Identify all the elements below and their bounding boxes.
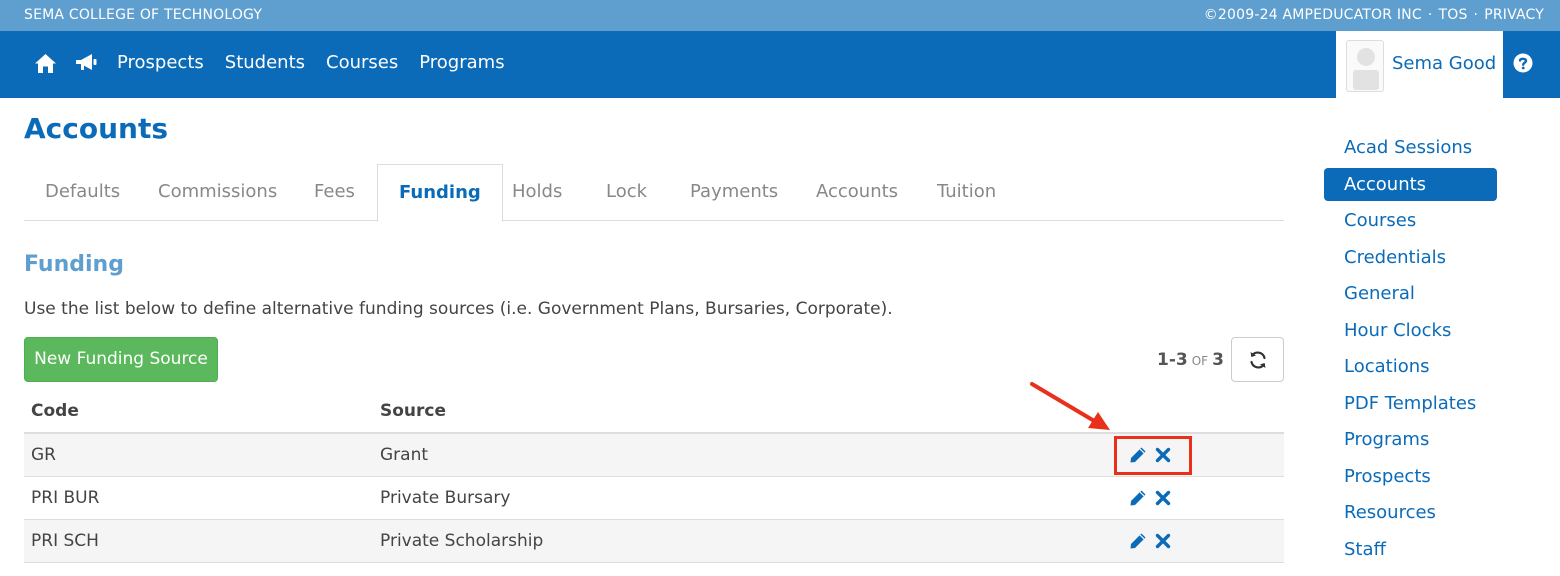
sidebar-item-pdf-templates[interactable]: PDF Templates bbox=[1324, 387, 1497, 420]
paging-total: 3 bbox=[1212, 350, 1224, 370]
edit-pencil-icon[interactable] bbox=[1129, 489, 1147, 511]
nav-links: Prospects Students Courses Programs bbox=[117, 52, 505, 73]
edit-pencil-icon[interactable] bbox=[1129, 532, 1147, 554]
section-description: Use the list below to define alternative… bbox=[24, 299, 893, 319]
sidebar-item-prospects[interactable]: Prospects bbox=[1324, 460, 1497, 493]
nav-link-courses[interactable]: Courses bbox=[326, 52, 398, 73]
settings-sidebar: Acad Sessions Accounts Courses Credentia… bbox=[1324, 131, 1497, 569]
tab-funding[interactable]: Funding bbox=[377, 164, 503, 222]
delete-x-icon[interactable] bbox=[1155, 532, 1171, 554]
row-actions bbox=[1129, 531, 1179, 553]
sidebar-item-hour-clocks[interactable]: Hour Clocks bbox=[1324, 314, 1497, 347]
tab-accounts[interactable]: Accounts bbox=[795, 164, 919, 221]
table-row: PRI BUR Private Bursary bbox=[24, 477, 1284, 520]
annotation-highlight-box bbox=[1114, 436, 1192, 475]
column-header-source[interactable]: Source bbox=[380, 401, 446, 421]
separator: · bbox=[1427, 7, 1433, 23]
paging-of: OF bbox=[1191, 354, 1209, 368]
refresh-button[interactable] bbox=[1231, 337, 1284, 382]
home-icon[interactable] bbox=[34, 53, 57, 78]
sidebar-item-acad-sessions[interactable]: Acad Sessions bbox=[1324, 131, 1497, 164]
user-menu[interactable]: Sema Good bbox=[1336, 31, 1503, 98]
avatar bbox=[1346, 40, 1384, 92]
cell-code: PRI BUR bbox=[31, 488, 100, 508]
sidebar-item-general[interactable]: General bbox=[1324, 277, 1497, 310]
table-row: PRI SCH Private Scholarship bbox=[24, 520, 1284, 563]
paging-range: 1-3 bbox=[1157, 350, 1188, 370]
tab-commissions[interactable]: Commissions bbox=[137, 164, 298, 221]
sidebar-item-locations[interactable]: Locations bbox=[1324, 350, 1497, 383]
cell-source: Private Scholarship bbox=[380, 531, 544, 551]
sidebar-item-accounts[interactable]: Accounts bbox=[1324, 167, 1497, 201]
refresh-icon bbox=[1250, 351, 1266, 369]
copyright-text: ©2009-24 AMPEDUCATOR INC bbox=[1203, 7, 1422, 23]
sidebar-item-staff[interactable]: Staff bbox=[1324, 533, 1497, 566]
nav-link-students[interactable]: Students bbox=[225, 52, 305, 73]
table-row: GR Grant bbox=[24, 434, 1284, 477]
tab-fees[interactable]: Fees bbox=[293, 164, 376, 221]
megaphone-icon[interactable] bbox=[74, 53, 98, 77]
org-name: SEMA COLLEGE OF TECHNOLOGY bbox=[24, 7, 263, 23]
sidebar-item-credentials[interactable]: Credentials bbox=[1324, 241, 1497, 274]
tos-link[interactable]: TOS bbox=[1438, 7, 1467, 23]
main-navbar: Prospects Students Courses Programs bbox=[0, 31, 1560, 98]
sidebar-item-resources[interactable]: Resources bbox=[1324, 496, 1497, 529]
cell-code: PRI SCH bbox=[31, 531, 99, 551]
tab-bar: Defaults Commissions Fees Funding Holds … bbox=[24, 164, 1284, 222]
cell-source: Private Bursary bbox=[380, 488, 511, 508]
user-name: Sema Good bbox=[1392, 53, 1497, 74]
tab-payments[interactable]: Payments bbox=[669, 164, 799, 221]
tab-holds[interactable]: Holds bbox=[491, 164, 583, 221]
cell-source: Grant bbox=[380, 445, 429, 465]
tab-lock[interactable]: Lock bbox=[585, 164, 668, 221]
row-actions bbox=[1129, 488, 1179, 510]
sidebar-item-programs[interactable]: Programs bbox=[1324, 423, 1497, 456]
privacy-link[interactable]: PRIVACY bbox=[1484, 7, 1544, 23]
footer-links: ©2009-24 AMPEDUCATOR INC · TOS · PRIVACY bbox=[1204, 7, 1544, 23]
paging-info: 1-3 OF 3 bbox=[1157, 350, 1224, 370]
sidebar-item-courses[interactable]: Courses bbox=[1324, 204, 1497, 237]
section-title: Funding bbox=[24, 252, 124, 277]
annotation-arrow-icon bbox=[1030, 382, 1110, 430]
top-strip: SEMA COLLEGE OF TECHNOLOGY ©2009-24 AMPE… bbox=[0, 0, 1560, 31]
delete-x-icon[interactable] bbox=[1155, 489, 1171, 511]
page-title: Accounts bbox=[24, 112, 169, 145]
tab-tuition[interactable]: Tuition bbox=[916, 164, 1017, 221]
nav-link-programs[interactable]: Programs bbox=[419, 52, 504, 73]
separator: · bbox=[1473, 7, 1479, 23]
tab-defaults[interactable]: Defaults bbox=[24, 164, 141, 221]
help-icon[interactable] bbox=[1513, 53, 1533, 77]
nav-link-prospects[interactable]: Prospects bbox=[117, 52, 204, 73]
cell-code: GR bbox=[31, 445, 56, 465]
column-header-code[interactable]: Code bbox=[31, 401, 79, 421]
new-funding-source-button[interactable]: New Funding Source bbox=[24, 337, 218, 382]
